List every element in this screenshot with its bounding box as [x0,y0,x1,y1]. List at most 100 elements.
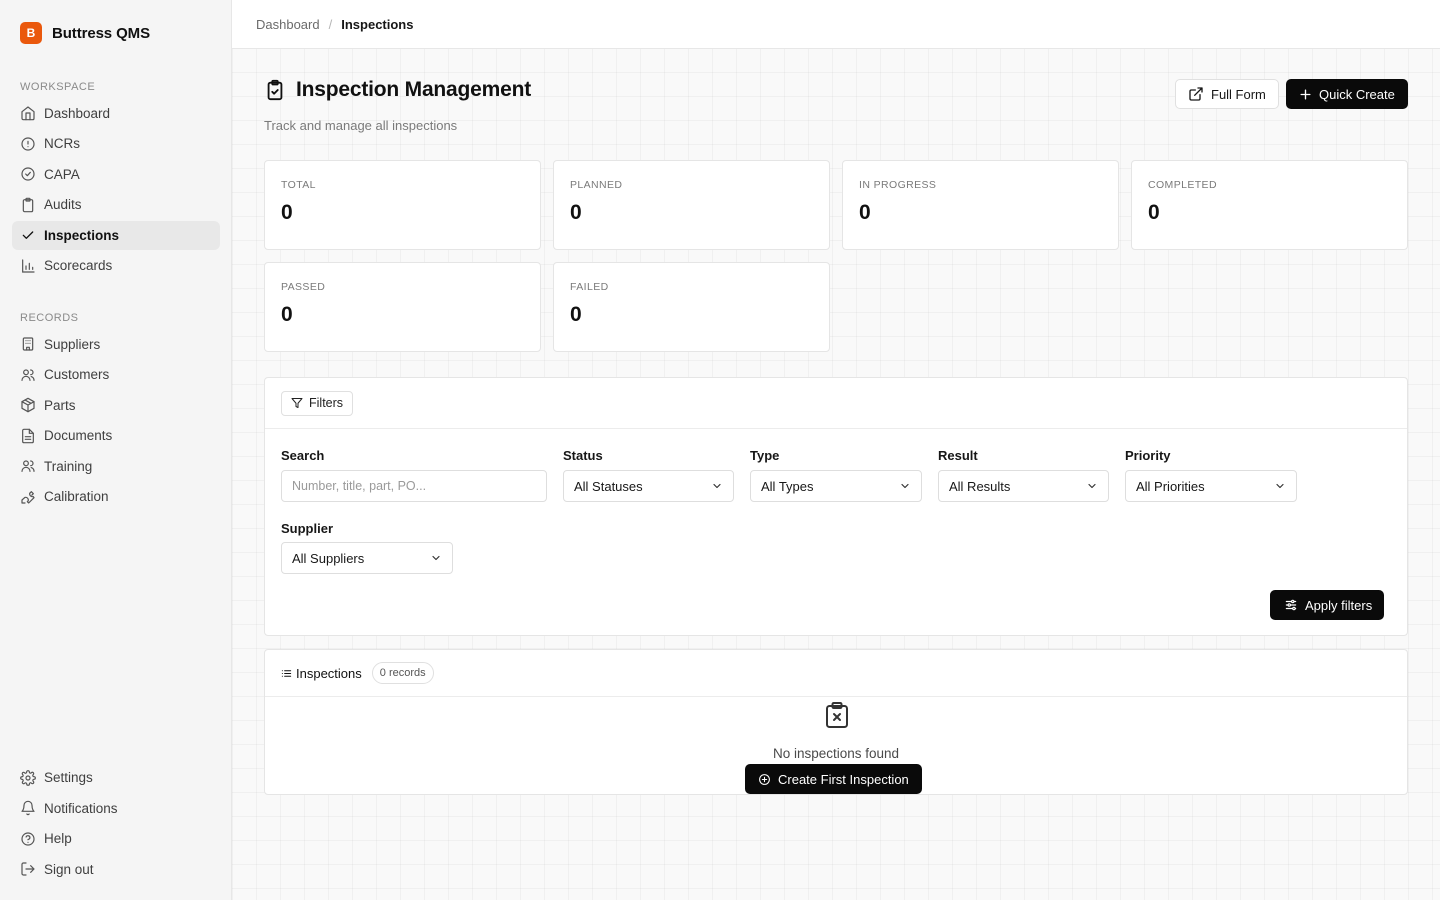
result-label: Result [938,448,978,463]
stat-label: TOTAL [281,179,316,191]
sidebar-item-label: Customers [44,367,110,382]
sidebar-item-notifications[interactable]: Notifications [12,794,220,823]
sidebar-item-inspections[interactable]: Inspections [12,220,220,250]
sidebar-item-sign-out[interactable]: Sign out [12,855,220,884]
full-form-label: Full Form [1211,86,1266,102]
full-form-button[interactable]: Full Form [1175,79,1279,109]
stat-label: PASSED [281,281,326,293]
sidebar-item-suppliers[interactable]: Suppliers [12,330,220,359]
stat-label: COMPLETED [1148,179,1217,191]
clipboard-x-icon [826,702,848,728]
building-icon [22,337,34,351]
stat-label: IN PROGRESS [859,179,937,191]
footer-nav: Settings Notifications Help Sign out [12,763,220,885]
type-label: Type [750,448,780,463]
status-select[interactable]: All Statuses [563,470,734,502]
main-content: Dashboard / Inspections Inspection Manag… [232,0,1440,900]
sidebar-item-label: Sign out [44,861,94,877]
sidebar-item-label: Training [44,458,93,474]
workspace-section-label: WORKSPACE [20,81,96,93]
brand-logo: B [20,22,42,44]
filters-button-label: Filters [309,396,344,410]
sidebar-item-training[interactable]: Training [12,452,220,481]
page-title: Inspection Management [296,78,532,101]
clipboard-check-icon [267,79,283,101]
filters-panel: Filters Search Status All Statuses Type … [264,377,1408,636]
stat-value: 0 [859,201,871,224]
stat-card-in-progress: IN PROGRESS 0 [842,160,1119,250]
breadcrumb-dashboard-link[interactable]: Dashboard [256,17,320,32]
stat-card-planned: PLANNED 0 [553,160,830,250]
inspections-table-panel: Inspections 0 records No inspections fou… [264,649,1408,795]
sidebar-item-dashboard[interactable]: Dashboard [12,99,220,128]
sidebar-item-customers[interactable]: Customers [12,360,220,389]
status-label: Status [563,448,603,463]
package-icon [21,397,35,413]
stat-value: 0 [281,303,293,326]
workspace-nav: Dashboard NCRs CAPA Audits Inspections S… [12,99,220,282]
sliders-icon [1285,599,1297,611]
apply-filters-button[interactable]: Apply filters [1270,590,1385,620]
sidebar-item-calibration[interactable]: Calibration [12,482,220,511]
supplier-select[interactable]: All Suppliers [281,542,453,574]
breadcrumb-separator: / [328,16,333,32]
gear-icon [20,769,36,786]
file-text-icon [22,428,34,443]
clipboard-icon [22,197,34,212]
search-input[interactable] [281,470,547,502]
plus-icon [1300,88,1311,100]
users-icon [21,460,35,472]
check-circle-icon [21,167,35,181]
create-first-inspection-button[interactable]: Create First Inspection [745,764,922,794]
priority-label: Priority [1125,448,1171,463]
sidebar-item-help[interactable]: Help [12,824,220,853]
create-first-inspection-label: Create First Inspection [778,771,909,787]
sidebar-item-audits[interactable]: Audits [12,190,220,219]
home-icon [21,106,35,121]
records-section-label: RECORDS [20,312,79,324]
chevron-down-icon [1088,483,1096,489]
sidebar-item-label: Settings [44,770,93,785]
plus-circle-icon [759,773,770,785]
users-icon [21,368,35,381]
filters-button[interactable]: Filters [281,390,354,416]
quick-create-button[interactable]: Quick Create [1286,79,1408,109]
sidebar-item-label: Suppliers [44,336,101,352]
sidebar-item-capa[interactable]: CAPA [12,160,220,189]
page-header: Inspection Management [264,78,531,102]
priority-select-value: All Priorities [1136,478,1205,494]
stat-card-total: TOTAL 0 [264,160,541,250]
brand[interactable]: B Buttress QMS [20,22,150,44]
brand-name: Buttress QMS [52,24,150,42]
quick-create-label: Quick Create [1319,86,1395,102]
sidebar-item-label: Help [44,831,72,846]
supplier-label: Supplier [281,521,334,536]
type-select-value: All Types [761,478,814,494]
status-select-value: All Statuses [574,478,643,494]
sidebar-item-label: Scorecards [44,258,113,273]
sidebar-item-documents[interactable]: Documents [12,421,220,450]
sidebar-item-ncrs[interactable]: NCRs [12,129,220,158]
chevron-down-icon [432,555,440,561]
sidebar-item-label: Audits [44,197,82,212]
sidebar-item-parts[interactable]: Parts [12,391,220,420]
alert-circle-icon [21,136,35,151]
breadcrumb-current: Inspections [341,16,414,32]
sidebar: B Buttress QMS WORKSPACE Dashboard NCRs … [0,0,232,900]
records-count-badge: 0 records [371,662,434,684]
chevron-down-icon [1276,483,1284,489]
sidebar-item-settings[interactable]: Settings [12,763,220,792]
type-select[interactable]: All Types [750,470,922,502]
sidebar-item-scorecards[interactable]: Scorecards [12,251,220,280]
inspections-table-title: Inspections [296,665,362,681]
result-select[interactable]: All Results [938,470,1109,502]
empty-state-text: No inspections found [772,746,900,761]
stat-value: 0 [1148,201,1160,224]
stat-card-failed: FAILED 0 [553,262,830,352]
stat-value: 0 [281,201,293,224]
priority-select[interactable]: All Priorities [1125,470,1297,502]
records-nav: Suppliers Customers Parts Documents Trai… [12,330,220,513]
external-link-icon [1189,87,1203,101]
stat-label: PLANNED [570,179,623,191]
sidebar-item-label: Dashboard [44,105,111,121]
